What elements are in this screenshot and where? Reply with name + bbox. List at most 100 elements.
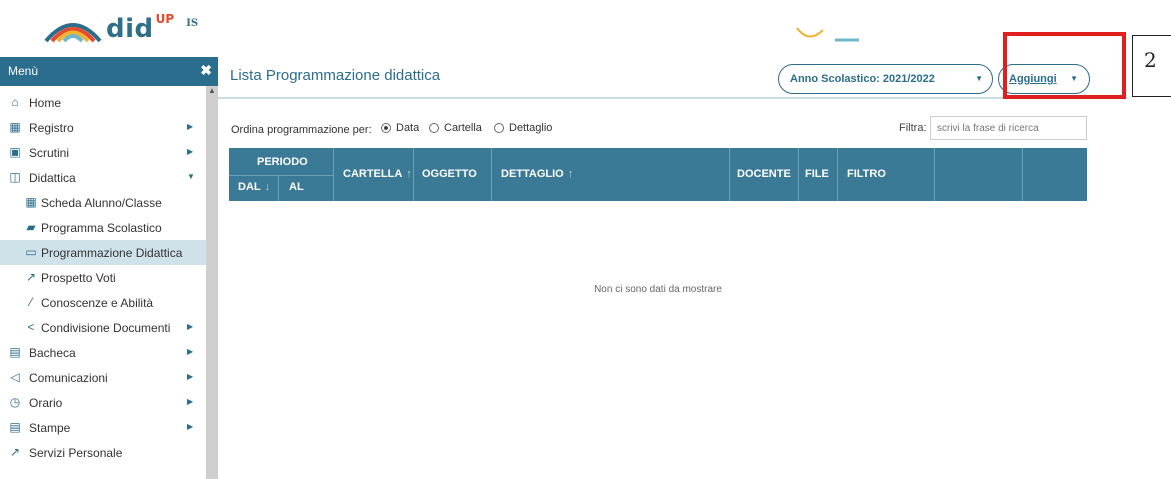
- order-radio-dettaglio[interactable]: Dettaglio: [494, 122, 552, 134]
- sidebar-item-label: Registro: [29, 121, 74, 135]
- sidebar-item-prospetto-voti[interactable]: ↗ Prospetto Voti: [0, 265, 206, 290]
- radio-label: Dettaglio: [509, 122, 553, 134]
- column-docente[interactable]: DOCENTE: [737, 168, 791, 180]
- external-icon: ↗: [9, 445, 21, 459]
- column-filtro[interactable]: FILTRO: [847, 168, 886, 180]
- sidebar-item-home[interactable]: ⌂ Home: [0, 90, 206, 115]
- scroll-up-icon[interactable]: ▲: [208, 86, 216, 95]
- column-cartella-label: CARTELLA: [343, 168, 403, 180]
- header-divider: [218, 97, 1090, 99]
- sidebar-item-condivisione-documenti[interactable]: < Condivisione Documenti ▶: [0, 315, 206, 340]
- column-cartella[interactable]: CARTELLA ↑: [343, 168, 412, 180]
- close-icon[interactable]: ✖: [200, 62, 212, 79]
- column-divider: [837, 148, 838, 201]
- column-divider: [333, 148, 334, 201]
- radio-label: Data: [396, 122, 420, 134]
- sidebar-item-label: Conoscenze e Abilità: [41, 296, 154, 310]
- sidebar: Menù ✖ ▲ ⌂ Home ▦ Registro ▶ ▣ Scrutini …: [0, 57, 218, 479]
- brand-name: did: [106, 14, 154, 44]
- megaphone-icon: ◁: [10, 370, 20, 384]
- radio-selected-icon[interactable]: [381, 123, 391, 133]
- column-divider: [413, 148, 414, 201]
- column-periodo: PERIODO: [257, 156, 308, 168]
- filter-input[interactable]: [930, 116, 1087, 140]
- column-divider: [934, 148, 935, 201]
- column-divider: [278, 175, 279, 201]
- chart-icon: ↗: [25, 270, 37, 284]
- column-oggetto[interactable]: OGGETTO: [422, 168, 477, 180]
- radio-icon[interactable]: [429, 123, 439, 133]
- sidebar-item-label: Scheda Alunno/Classe: [41, 196, 162, 210]
- order-radio-data[interactable]: Data: [381, 122, 419, 134]
- header-decoration-icon: [796, 27, 859, 42]
- sort-down-icon: ↓: [264, 181, 271, 193]
- sidebar-item-scheda-alunno[interactable]: ▦ Scheda Alunno/Classe: [0, 190, 206, 215]
- chevron-down-icon: ▼: [975, 74, 983, 83]
- brand-suffix: IS: [186, 17, 199, 29]
- sidebar-item-label: Prospetto Voti: [41, 271, 116, 285]
- sidebar-item-scrutini[interactable]: ▣ Scrutini ▶: [0, 140, 206, 165]
- sidebar-item-label: Orario: [29, 396, 63, 410]
- column-divider: [1022, 148, 1023, 201]
- column-dettaglio[interactable]: DETTAGLIO ↑: [501, 168, 573, 180]
- school-year-select[interactable]: Anno Scolastico: 2021/2022 ▼: [778, 64, 993, 94]
- empty-table-message: Non ci sono dati da mostrare: [594, 284, 722, 295]
- chevron-right-icon: ▶: [187, 322, 194, 331]
- annotation-box: 2: [1132, 35, 1171, 97]
- keyboard-icon: ▭: [25, 245, 37, 259]
- order-radio-cartella[interactable]: Cartella: [429, 122, 482, 134]
- sidebar-header: Menù ✖: [0, 57, 218, 86]
- share-icon: <: [27, 320, 35, 334]
- home-icon: ⌂: [11, 95, 19, 109]
- school-year-label: Anno Scolastico: 2021/2022: [790, 73, 935, 85]
- highlight-box: [1003, 32, 1126, 99]
- book-icon: ▰: [26, 220, 36, 234]
- page-title: Lista Programmazione didattica: [230, 67, 441, 84]
- column-file[interactable]: FILE: [805, 168, 829, 180]
- sidebar-item-label: Programma Scolastico: [41, 221, 162, 235]
- sidebar-item-label: Comunicazioni: [29, 371, 108, 385]
- table-header: PERIODO DAL ↓ AL CARTELLA ↑ OGGETTO DETTAG…: [229, 148, 1087, 201]
- sort-icon: ↑: [567, 168, 574, 180]
- table-icon: ▦: [25, 195, 37, 209]
- sidebar-item-comunicazioni[interactable]: ◁ Comunicazioni ▶: [0, 365, 206, 390]
- did-up-logo: did UP IS: [44, 12, 224, 46]
- column-dettaglio-label: DETTAGLIO: [501, 168, 564, 180]
- calendar-icon: ▦: [9, 120, 21, 134]
- sidebar-item-label: Condivisione Documenti: [41, 321, 171, 335]
- sidebar-item-label: Programmazione Didattica: [41, 246, 183, 260]
- sidebar-title: Menù: [8, 64, 39, 78]
- logo-waves-icon: [44, 23, 102, 43]
- sidebar-item-stampe[interactable]: ▤ Stampe ▶: [0, 415, 206, 440]
- sort-icon: ↑: [406, 168, 412, 180]
- chevron-right-icon: ▶: [187, 147, 194, 156]
- sidebar-item-programmazione-didattica[interactable]: ▭ Programmazione Didattica: [0, 240, 206, 265]
- clock-icon: ◷: [9, 395, 21, 409]
- brand-sup: UP: [155, 12, 175, 26]
- order-label: Ordina programmazione per:: [231, 124, 372, 136]
- sidebar-scrollbar[interactable]: ▲: [206, 86, 218, 479]
- sidebar-item-label: Servizi Personale: [29, 446, 123, 460]
- sidebar-item-label: Didattica: [29, 171, 76, 185]
- sidebar-item-orario[interactable]: ◷ Orario ▶: [0, 390, 206, 415]
- filter-label: Filtra:: [899, 122, 927, 134]
- column-dal[interactable]: DAL ↓: [238, 181, 270, 193]
- chevron-right-icon: ▶: [187, 122, 194, 131]
- sidebar-item-label: Home: [29, 96, 62, 110]
- sidebar-item-registro[interactable]: ▦ Registro ▶: [0, 115, 206, 140]
- chevron-right-icon: ▶: [187, 347, 194, 356]
- column-divider: [798, 148, 799, 201]
- sidebar-item-label: Stampe: [29, 421, 71, 435]
- sidebar-item-programma-scolastico[interactable]: ▰ Programma Scolastico: [0, 215, 206, 240]
- sidebar-item-conoscenze[interactable]: ⁄ Conoscenze e Abilità: [0, 290, 206, 315]
- chevron-right-icon: ▶: [187, 422, 194, 431]
- radio-icon[interactable]: [494, 123, 504, 133]
- sidebar-item-servizi-personale[interactable]: ↗ Servizi Personale: [0, 440, 206, 465]
- chevron-right-icon: ▶: [187, 397, 194, 406]
- chevron-right-icon: ▶: [187, 372, 194, 381]
- radio-label: Cartella: [444, 122, 482, 134]
- sidebar-item-bacheca[interactable]: ▤ Bacheca ▶: [0, 340, 206, 365]
- column-al[interactable]: AL: [289, 181, 304, 193]
- chevron-down-icon: ▼: [187, 172, 195, 181]
- sidebar-item-didattica[interactable]: ◫ Didattica ▼: [0, 165, 206, 190]
